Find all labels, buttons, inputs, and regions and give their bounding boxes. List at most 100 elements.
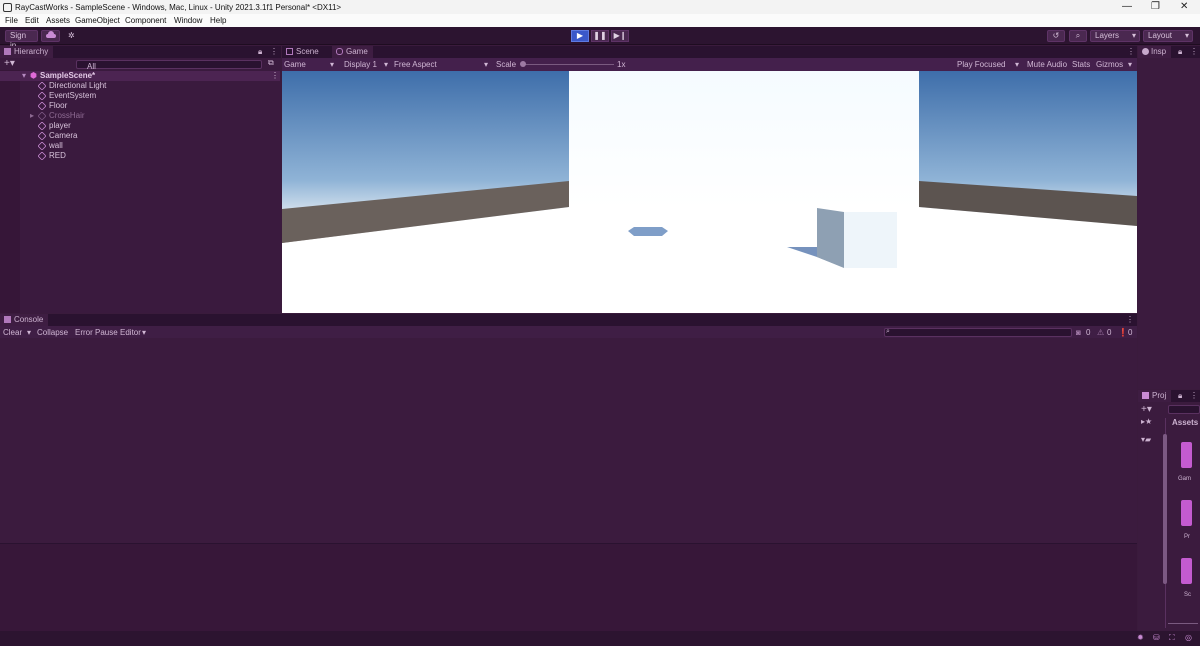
chevron-down-icon: ▾ xyxy=(1184,31,1189,40)
scrollbar[interactable] xyxy=(1163,434,1167,584)
step-button[interactable]: ▶❙ xyxy=(611,30,629,42)
maximize-icon[interactable]: ❐ xyxy=(1151,1,1160,12)
error-pause-toggle[interactable]: Error Pause xyxy=(75,328,118,337)
scene-name: SampleScene* xyxy=(40,71,96,80)
list-item[interactable]: Directional Light xyxy=(0,81,280,91)
error-count: 0 xyxy=(1128,328,1133,337)
editor-dropdown[interactable]: Editor xyxy=(120,328,141,337)
menu-window[interactable]: Window xyxy=(174,16,202,25)
error-icon[interactable]: ❗ xyxy=(1118,328,1128,337)
list-item[interactable]: Floor xyxy=(0,101,280,111)
tab-project[interactable]: Proj xyxy=(1138,390,1172,402)
cube-icon xyxy=(37,151,47,161)
console-log-area[interactable] xyxy=(0,339,1137,543)
warning-icon[interactable]: ⚠ xyxy=(1097,328,1104,337)
collab-icon[interactable]: ✲ xyxy=(63,30,81,42)
database-icon[interactable]: ⛁ xyxy=(1153,633,1160,642)
menu-file[interactable]: File xyxy=(5,16,18,25)
console-panel: Console ⋮ Clear ▾ Collapse Error Pause E… xyxy=(0,314,1137,631)
cube-icon xyxy=(37,111,47,121)
sign-in-button[interactable]: Sign in xyxy=(5,30,38,50)
collapse-toggle[interactable]: Collapse xyxy=(37,328,68,337)
assets-folder-icon[interactable]: ▾▰ xyxy=(1141,435,1151,444)
tab-inspector[interactable]: Insp xyxy=(1138,46,1172,58)
close-icon[interactable]: ✕ xyxy=(1180,1,1188,12)
list-item[interactable]: wall xyxy=(0,141,280,151)
game-mode-dropdown[interactable]: Game xyxy=(284,60,306,69)
console-search-input[interactable] xyxy=(884,328,1072,337)
list-item[interactable]: ▸ CrossHair xyxy=(0,111,280,121)
clear-button[interactable]: Clear xyxy=(3,328,22,337)
warning-count: 0 xyxy=(1107,328,1112,337)
bug-icon[interactable]: ✹ xyxy=(1137,633,1144,642)
item-label: Directional Light xyxy=(49,81,107,90)
minimize-icon[interactable]: — xyxy=(1122,1,1132,12)
tab-game[interactable]: Game xyxy=(332,46,373,58)
chevron-down-icon: ▾ xyxy=(142,328,147,337)
scene-row[interactable]: ▾ ⬢ SampleScene* ⋮ xyxy=(0,71,280,81)
gizmos-dropdown[interactable]: Gizmos xyxy=(1096,60,1123,69)
scene-filter-icon[interactable]: ⧉ xyxy=(268,58,274,68)
add-icon[interactable]: +▾ xyxy=(1141,404,1152,415)
tab-scene[interactable]: Scene xyxy=(282,46,324,58)
project-panel: Proj 🔒︎ ⋮ +▾ ▸★ ▾▰ Assets Gam Pr Sc xyxy=(1138,390,1200,631)
more-menu-icon[interactable]: ⋮ xyxy=(271,71,279,81)
chevron-down-icon[interactable]: ▾ xyxy=(27,328,31,337)
cube-icon xyxy=(37,81,47,91)
scale-slider-handle[interactable] xyxy=(520,61,526,67)
network-icon[interactable]: ⛶ xyxy=(1169,633,1175,643)
menu-edit[interactable]: Edit xyxy=(25,16,39,25)
mute-audio-toggle[interactable]: Mute Audio xyxy=(1027,60,1067,69)
pause-button[interactable]: ❚❚ xyxy=(591,30,609,42)
menu-component[interactable]: Component xyxy=(125,16,166,25)
hierarchy-search-input[interactable]: All xyxy=(76,60,262,71)
asset-label: Gam xyxy=(1178,476,1192,482)
more-menu-icon[interactable]: ⋮ xyxy=(1126,315,1134,324)
item-label: EventSystem xyxy=(49,91,97,100)
display-dropdown[interactable]: Display 1 xyxy=(344,60,377,69)
play-button[interactable]: ▶ xyxy=(571,30,589,42)
asset-folder-tile[interactable] xyxy=(1181,500,1192,526)
tab-project-label: Proj xyxy=(1152,391,1167,400)
expand-arrow-icon[interactable]: ▸ xyxy=(30,111,34,121)
stats-toggle[interactable]: Stats xyxy=(1072,60,1090,69)
project-search-input[interactable] xyxy=(1168,405,1200,414)
log-icon[interactable]: ◙ xyxy=(1076,328,1081,337)
list-item[interactable]: player xyxy=(0,121,280,131)
item-label: player xyxy=(49,121,71,130)
asset-folder-tile[interactable] xyxy=(1181,558,1192,584)
lock-icon[interactable]: 🔒︎ xyxy=(258,47,262,57)
status-check-icon[interactable]: ◎ xyxy=(1185,633,1192,642)
menu-assets[interactable]: Assets xyxy=(46,16,70,25)
cube-icon xyxy=(37,91,47,101)
tab-hierarchy[interactable]: Hierarchy xyxy=(0,46,54,58)
list-item[interactable]: EventSystem xyxy=(0,91,280,101)
lock-icon[interactable]: 🔒︎ xyxy=(1178,47,1182,57)
more-menu-icon[interactable]: ⋮ xyxy=(1190,47,1198,56)
search-icon[interactable]: ⌕ xyxy=(1069,30,1087,42)
tab-console[interactable]: Console xyxy=(0,314,49,326)
more-menu-icon[interactable]: ⋮ xyxy=(1127,47,1135,56)
hierarchy-toolbar: +▾ All ⧉ xyxy=(0,58,281,71)
history-icon[interactable]: ↺ xyxy=(1047,30,1065,42)
expand-arrow-icon[interactable]: ▾ xyxy=(22,71,26,81)
lock-icon[interactable]: 🔒︎ xyxy=(1178,391,1182,401)
menu-help[interactable]: Help xyxy=(210,16,226,25)
zoom-slider-track[interactable] xyxy=(1168,623,1198,624)
add-icon[interactable]: +▾ xyxy=(4,58,15,69)
more-menu-icon[interactable]: ⋮ xyxy=(270,47,278,56)
asset-folder-tile[interactable] xyxy=(1181,442,1192,468)
cloud-icon[interactable] xyxy=(41,30,60,42)
item-label: Camera xyxy=(49,131,78,140)
scale-slider-track[interactable] xyxy=(522,64,614,65)
game-viewport[interactable] xyxy=(282,71,1137,313)
favorites-star-icon[interactable]: ▸★ xyxy=(1141,417,1152,426)
play-focused-dropdown[interactable]: Play Focused xyxy=(957,60,1005,69)
layout-dropdown[interactable]: Layout ▾ xyxy=(1143,30,1193,42)
menu-gameobject[interactable]: GameObject xyxy=(75,16,120,25)
more-menu-icon[interactable]: ⋮ xyxy=(1190,391,1198,400)
list-item[interactable]: Camera xyxy=(0,131,280,141)
layers-dropdown[interactable]: Layers ▾ xyxy=(1090,30,1140,42)
aspect-dropdown[interactable]: Free Aspect xyxy=(394,60,437,69)
list-item[interactable]: RED xyxy=(0,151,280,161)
